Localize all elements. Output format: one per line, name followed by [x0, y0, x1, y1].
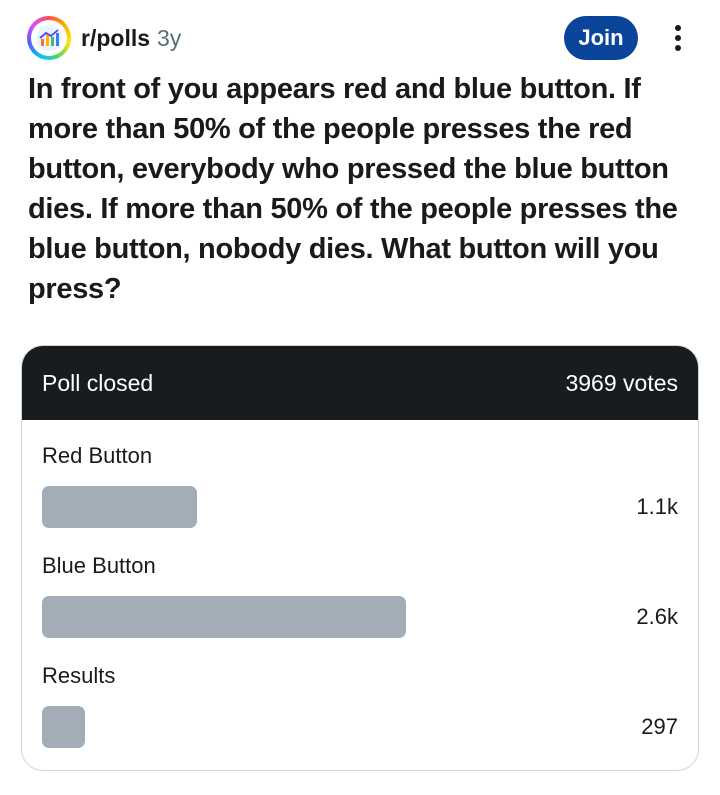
poll-option-label: Blue Button: [42, 553, 156, 578]
join-button[interactable]: Join: [564, 16, 638, 60]
poll-option: Blue Button 2.6k: [22, 553, 698, 653]
poll-option-track: [42, 486, 577, 528]
poll-option-bar: [42, 706, 85, 748]
post-header: r/polls 3y Join: [27, 16, 695, 60]
poll-header: Poll closed 3969 votes: [22, 346, 698, 420]
poll-option-count: 2.6k: [636, 604, 678, 629]
poll-option-label: Results: [42, 663, 116, 688]
more-vertical-icon[interactable]: [667, 22, 689, 54]
poll-status: Poll closed: [42, 370, 154, 396]
subreddit-name[interactable]: r/polls: [81, 25, 150, 52]
poll-option-count: 1.1k: [636, 494, 678, 519]
poll-option-track: [42, 596, 577, 638]
poll-option: Red Button 1.1k: [22, 443, 698, 543]
poll-option-bar: [42, 596, 406, 638]
poll-vote-total: 3969 votes: [565, 370, 678, 396]
poll-option-count: 297: [641, 714, 678, 739]
post-age: 3y: [157, 25, 182, 51]
subreddit-avatar[interactable]: [27, 16, 71, 60]
poll-chart-icon: [36, 25, 62, 51]
poll-option-track: [42, 706, 577, 748]
poll-option: Results 297: [22, 663, 698, 763]
post-view: r/polls 3y Join In front of you appears …: [0, 0, 720, 795]
poll-option-label: Red Button: [42, 443, 153, 468]
poll-card: Poll closed 3969 votes Red Button 1.1k B…: [21, 345, 699, 771]
poll-option-bar: [42, 486, 198, 528]
post-title[interactable]: In front of you appears red and blue but…: [28, 69, 696, 309]
